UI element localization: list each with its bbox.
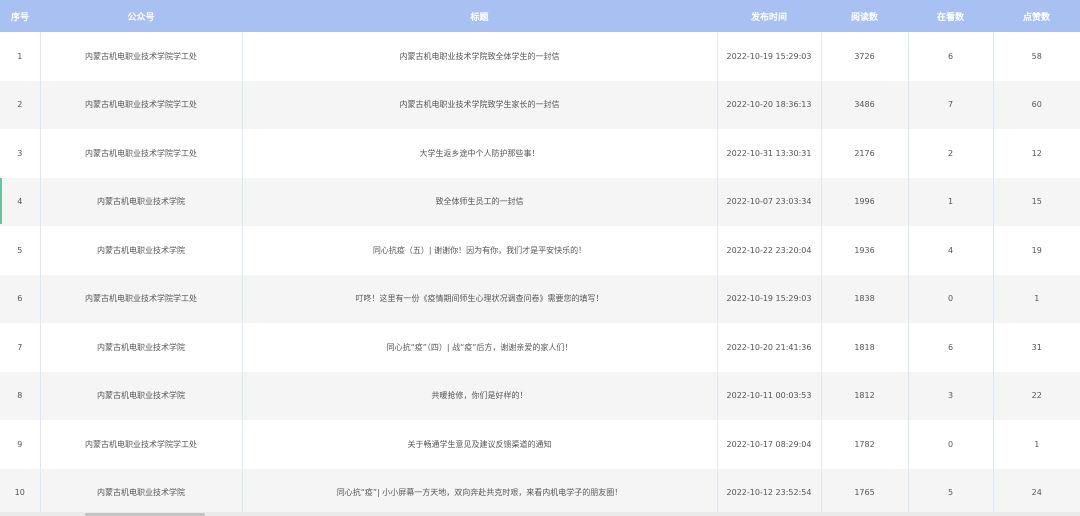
header-likes[interactable]: 点赞数 — [993, 0, 1080, 32]
cell-likes: 12 — [1031, 148, 1042, 158]
table-row[interactable]: 6 内蒙古机电职业技术学院学工处 叮咚！这里有一份《疫情期间师生心理状况调查问卷… — [0, 274, 1080, 323]
cell-watching: 5 — [908, 468, 994, 516]
cell-reads: 1936 — [821, 226, 909, 275]
cell-publish-time: 2022-10-22 23:20:04 — [717, 226, 822, 275]
cell-publish-time: 2022-10-11 00:03:53 — [717, 371, 822, 420]
cell-likes: 22 — [1031, 391, 1042, 401]
header-title[interactable]: 标题 — [242, 0, 717, 32]
cell-publish-time: 2022-10-19 15:29:03 — [717, 32, 822, 81]
cell-title[interactable]: 关于畅通学生意见及建议反馈渠道的通知 — [242, 420, 718, 469]
header-watching[interactable]: 在看数 — [908, 0, 993, 32]
cell-watching: 1 — [908, 177, 994, 226]
cell-publish-time: 2022-10-31 13:30:31 — [717, 129, 822, 178]
table-row[interactable]: 3 内蒙古机电职业技术学院学工处 大学生返乡途中个人防护那些事！ 2022-10… — [0, 129, 1080, 178]
cell-publish-time: 2022-10-19 15:29:03 — [717, 274, 822, 323]
article-stats-table-container: 序号 公众号 标题 发布时间 阅读数 在看数 点赞数 1 内蒙古机电职业技术学院… — [0, 0, 1080, 516]
table-row[interactable]: 9 内蒙古机电职业技术学院学工处 关于畅通学生意见及建议反馈渠道的通知 2022… — [0, 420, 1080, 469]
cell-title[interactable]: 同心抗疫（五）| 谢谢你！因为有你，我们才是平安快乐的！ — [242, 226, 718, 275]
cell-account: 内蒙古机电职业技术学院学工处 — [40, 80, 243, 129]
cell-likes: 15 — [1031, 197, 1042, 207]
cell-watching: 0 — [908, 274, 994, 323]
cell-publish-time: 2022-10-20 21:41:36 — [717, 323, 822, 372]
cell-title[interactable]: 大学生返乡途中个人防护那些事！ — [242, 129, 718, 178]
cell-title[interactable]: 同心抗“疫”（四）| 战“疫”后方，谢谢亲爱的家人们！ — [242, 323, 718, 372]
cell-account: 内蒙古机电职业技术学院 — [40, 177, 243, 226]
cell-likes: 1 — [1034, 294, 1040, 304]
cell-account: 内蒙古机电职业技术学院 — [40, 468, 243, 516]
cell-publish-time: 2022-10-07 23:03:34 — [717, 177, 822, 226]
cell-title[interactable]: 叮咚！这里有一份《疫情期间师生心理状况调查问卷》需要您的填写！ — [242, 274, 718, 323]
cell-reads: 2176 — [821, 129, 909, 178]
cell-watching: 6 — [908, 323, 994, 372]
table-row[interactable]: 7 内蒙古机电职业技术学院 同心抗“疫”（四）| 战“疫”后方，谢谢亲爱的家人们… — [0, 323, 1080, 372]
cell-watching: 6 — [908, 32, 994, 81]
cell-index: 10 — [0, 468, 41, 516]
cell-watching: 3 — [908, 371, 994, 420]
cell-likes: 24 — [1031, 488, 1042, 498]
cell-index: 5 — [0, 226, 41, 275]
cell-reads: 1765 — [821, 468, 909, 516]
table-row[interactable]: 1 内蒙古机电职业技术学院学工处 内蒙古机电职业技术学院致全体学生的一封信 20… — [0, 32, 1080, 81]
cell-likes: 31 — [1031, 342, 1042, 352]
cell-publish-time: 2022-10-12 23:52:54 — [717, 468, 822, 516]
cell-account: 内蒙古机电职业技术学院学工处 — [40, 420, 243, 469]
cell-reads: 3726 — [821, 32, 909, 81]
cell-reads: 1838 — [821, 274, 909, 323]
row-hover-indicator — [0, 178, 2, 224]
cell-account: 内蒙古机电职业技术学院学工处 — [40, 274, 243, 323]
cell-index: 7 — [0, 323, 41, 372]
header-account[interactable]: 公众号 — [40, 0, 242, 32]
cell-title[interactable]: 内蒙古机电职业技术学院致全体学生的一封信 — [242, 32, 718, 81]
cell-publish-time: 2022-10-20 18:36:13 — [717, 80, 822, 129]
table-header-row: 序号 公众号 标题 发布时间 阅读数 在看数 点赞数 — [0, 0, 1080, 32]
cell-index: 8 — [0, 371, 41, 420]
cell-reads: 1818 — [821, 323, 909, 372]
cell-account: 内蒙古机电职业技术学院学工处 — [40, 129, 243, 178]
cell-likes: 1 — [1034, 439, 1040, 449]
cell-publish-time: 2022-10-17 08:29:04 — [717, 420, 822, 469]
table-row[interactable]: 8 内蒙古机电职业技术学院 共暖抢修，你们是好样的！ 2022-10-11 00… — [0, 371, 1080, 420]
header-reads[interactable]: 阅读数 — [821, 0, 908, 32]
cell-account: 内蒙古机电职业技术学院 — [40, 226, 243, 275]
cell-watching: 7 — [908, 80, 994, 129]
cell-index: 2 — [0, 80, 41, 129]
table-row[interactable]: 10 内蒙古机电职业技术学院 同心抗“疫”| 小小屏幕一方天地，双向奔赴共克时艰… — [0, 468, 1080, 516]
cell-title[interactable]: 同心抗“疫”| 小小屏幕一方天地，双向奔赴共克时艰，来看内机电学子的朋友圈！ — [242, 468, 718, 516]
cell-likes: 19 — [1031, 245, 1042, 255]
cell-title[interactable]: 共暖抢修，你们是好样的！ — [242, 371, 718, 420]
cell-reads: 1782 — [821, 420, 909, 469]
cell-account: 内蒙古机电职业技术学院 — [40, 371, 243, 420]
horizontal-scrollbar[interactable] — [0, 512, 1080, 516]
cell-index: 1 — [0, 32, 41, 81]
cell-reads: 1996 — [821, 177, 909, 226]
cell-index: 4 — [0, 177, 41, 226]
cell-reads: 1812 — [821, 371, 909, 420]
cell-account: 内蒙古机电职业技术学院学工处 — [40, 32, 243, 81]
cell-watching: 0 — [908, 420, 994, 469]
cell-title[interactable]: 内蒙古机电职业技术学院致学生家长的一封信 — [242, 80, 718, 129]
cell-watching: 2 — [908, 129, 994, 178]
table-row[interactable]: 2 内蒙古机电职业技术学院学工处 内蒙古机电职业技术学院致学生家长的一封信 20… — [0, 80, 1080, 129]
cell-watching: 4 — [908, 226, 994, 275]
cell-title[interactable]: 致全体师生员工的一封信 — [242, 177, 718, 226]
cell-reads: 3486 — [821, 80, 909, 129]
table-row[interactable]: 4 内蒙古机电职业技术学院 致全体师生员工的一封信 2022-10-07 23:… — [0, 177, 1080, 226]
table-row[interactable]: 5 内蒙古机电职业技术学院 同心抗疫（五）| 谢谢你！因为有你，我们才是平安快乐… — [0, 226, 1080, 275]
cell-likes: 60 — [1031, 100, 1042, 110]
cell-index: 6 — [0, 274, 41, 323]
cell-likes: 58 — [1031, 51, 1042, 61]
cell-account: 内蒙古机电职业技术学院 — [40, 323, 243, 372]
article-stats-table: 序号 公众号 标题 发布时间 阅读数 在看数 点赞数 1 内蒙古机电职业技术学院… — [0, 0, 1080, 516]
cell-index: 9 — [0, 420, 41, 469]
cell-index: 3 — [0, 129, 41, 178]
header-index[interactable]: 序号 — [0, 0, 40, 32]
header-publish-time[interactable]: 发布时间 — [717, 0, 821, 32]
